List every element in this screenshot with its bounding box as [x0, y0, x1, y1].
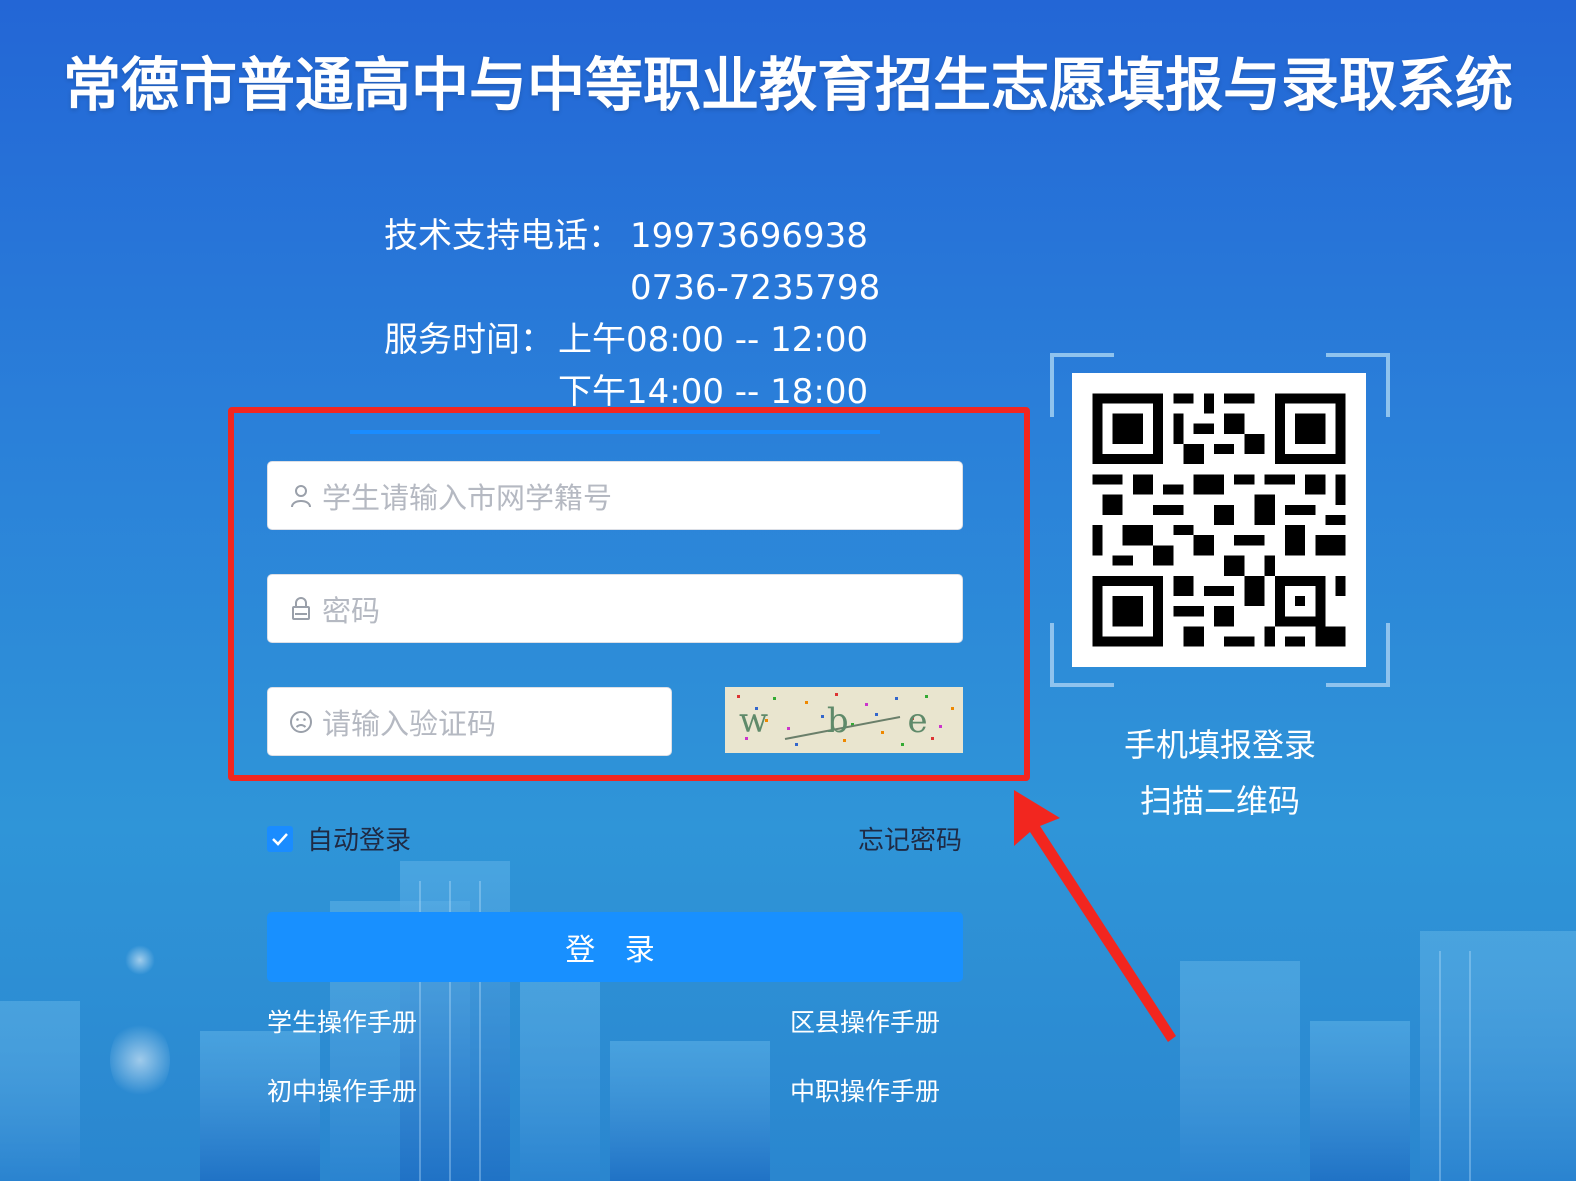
qr-caption-mobile: 手机填报登录 — [1123, 726, 1316, 764]
login-button[interactable]: 登 录 — [267, 912, 963, 982]
annotation-arrow — [1014, 790, 1176, 1042]
support-info: 技术支持电话： 19973696938 0736-7235798 服务时间： 上午0… — [384, 210, 880, 418]
student-manual-link[interactable]: 学生操作手册 — [267, 1003, 417, 1039]
forgot-password-link[interactable]: 忘记密码 — [858, 820, 962, 857]
district-manual-link[interactable]: 区县操作手册 — [790, 1003, 940, 1039]
vocational-manual-link[interactable]: 中职操作手册 — [790, 1072, 940, 1108]
support-phone-row: 技术支持电话： 19973696938 — [384, 210, 880, 262]
service-hours-morning: 上午08:00 -- 12:00 — [558, 320, 869, 360]
background-skyline — [0, 861, 1576, 1181]
page-title: 常德市普通高中与中等职业教育招生志愿填报与录取系统 — [62, 51, 1513, 119]
check-icon — [267, 825, 293, 852]
qr-code — [1072, 373, 1366, 667]
qr-code-frame — [1050, 353, 1390, 687]
light-glow — [125, 945, 155, 975]
support-phone-label: 技术支持电话： — [384, 216, 622, 256]
support-phone-2: 0736-7235798 — [630, 268, 881, 308]
support-phone-1: 19973696938 — [630, 216, 868, 256]
service-hours-row: 服务时间： 上午08:00 -- 12:00 — [384, 314, 880, 366]
highlight-box — [228, 407, 1030, 781]
support-phone-row-2: 0736-7235798 — [384, 262, 880, 314]
light-glow — [110, 1020, 170, 1100]
junior-manual-link[interactable]: 初中操作手册 — [267, 1072, 417, 1108]
auto-login-checkbox[interactable]: 自动登录 — [267, 820, 411, 857]
auto-login-label: 自动登录 — [307, 826, 412, 856]
service-hours-label: 服务时间： — [384, 320, 554, 360]
